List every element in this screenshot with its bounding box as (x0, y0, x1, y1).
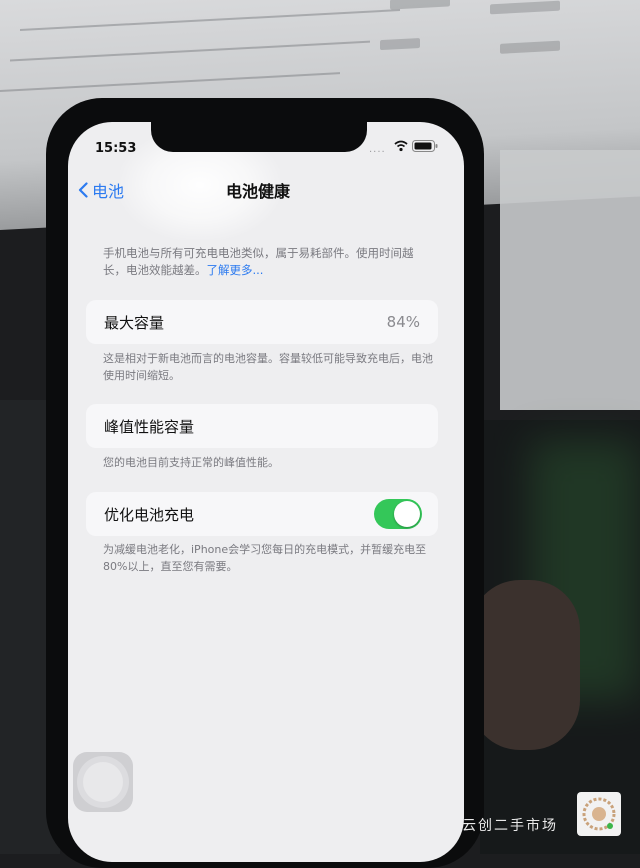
peak-performance-row: 峰值性能容量 (86, 404, 438, 448)
watermark-qr-logo (577, 792, 621, 836)
back-button[interactable]: 电池 (78, 178, 124, 202)
optimized-charging-row: 优化电池充电 (86, 492, 438, 536)
toggle-knob (394, 501, 420, 527)
max-capacity-value: 84% (386, 313, 420, 331)
assistive-touch-button[interactable] (73, 752, 133, 812)
max-capacity-note: 这是相对于新电池而言的电池容量。容量较低可能导致充电后，电池使用时间缩短。 (103, 352, 433, 382)
intro-text: 手机电池与所有可充电电池类似，属于易耗部件。使用时间越长，电池效能越差。了解更多… (103, 245, 423, 279)
page-title: 电池健康 (226, 182, 291, 201)
wifi-icon (394, 140, 408, 152)
back-label: 电池 (92, 182, 125, 201)
optimized-charging-note: 为减缓电池老化，iPhone会学习您每日的充电模式，并暂缓充电至80%以上，直至… (103, 543, 427, 573)
background-paper-side (500, 150, 640, 410)
paper-text-line (10, 40, 370, 62)
assistive-touch-icon (83, 762, 123, 802)
watermark-text: 云创二手市场 (462, 818, 558, 834)
peak-performance-label: 峰值性能容量 (104, 417, 195, 436)
peak-performance-note: 您的电池目前支持正常的峰值性能。 (103, 456, 279, 469)
learn-more-link[interactable]: 了解更多... (207, 263, 264, 277)
qr-code-icon (582, 797, 616, 831)
paper-text-line (20, 9, 400, 31)
battery-icon (412, 140, 438, 152)
paper-text-block (500, 40, 560, 54)
paper-text-line (0, 72, 340, 92)
max-capacity-row: 最大容量 84% (86, 300, 438, 344)
optimized-charging-toggle[interactable] (374, 499, 422, 529)
chevron-left-icon (78, 182, 88, 198)
signal-icon: .... (369, 144, 386, 155)
paper-text-block (380, 37, 420, 51)
paper-text-block (490, 0, 560, 15)
max-capacity-label: 最大容量 (104, 313, 165, 332)
optimized-charging-label: 优化电池充电 (104, 505, 195, 524)
phone-notch (151, 122, 367, 152)
hand-finger (470, 580, 580, 750)
paper-text-block (390, 0, 450, 10)
status-time: 15:53 (95, 141, 137, 156)
